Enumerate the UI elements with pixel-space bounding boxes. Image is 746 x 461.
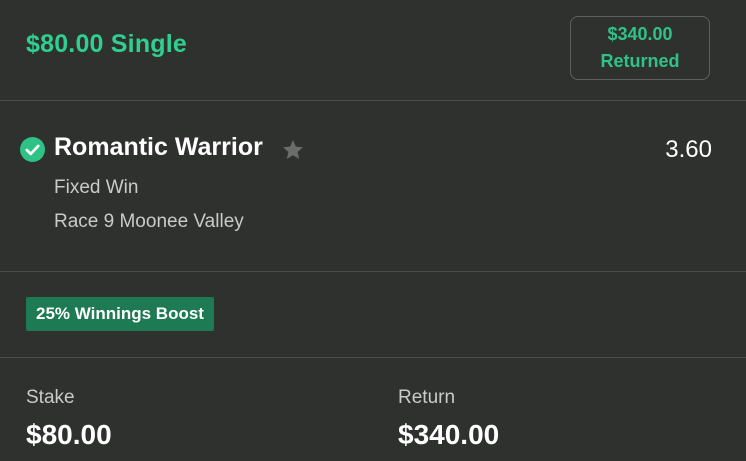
returned-amount: $340.00 [607,24,673,44]
returned-label: Returned [600,51,680,71]
bet-type: Fixed Win [54,177,139,198]
stake-label: Stake [26,387,75,408]
star-icon[interactable] [281,138,305,162]
bet-card: $80.00 Single $340.00 Returned Romantic … [0,0,746,461]
race-info: Race 9 Moonee Valley [54,211,244,232]
divider [0,357,746,358]
bet-header: $80.00 Single $340.00 Returned [0,0,746,101]
return-value: $340.00 [398,419,500,450]
selection-odds: 3.60 [665,136,712,163]
return-label: Return [398,387,456,408]
check-circle-icon [20,137,45,162]
stake-value: $80.00 [26,419,112,450]
winnings-boost-badge: 25% Winnings Boost [26,297,214,331]
selection-name: Romantic Warrior [54,133,263,161]
divider [0,100,746,101]
divider [0,271,746,272]
bet-title: $80.00 Single [26,30,188,58]
returned-badge: $340.00 Returned [570,16,710,80]
